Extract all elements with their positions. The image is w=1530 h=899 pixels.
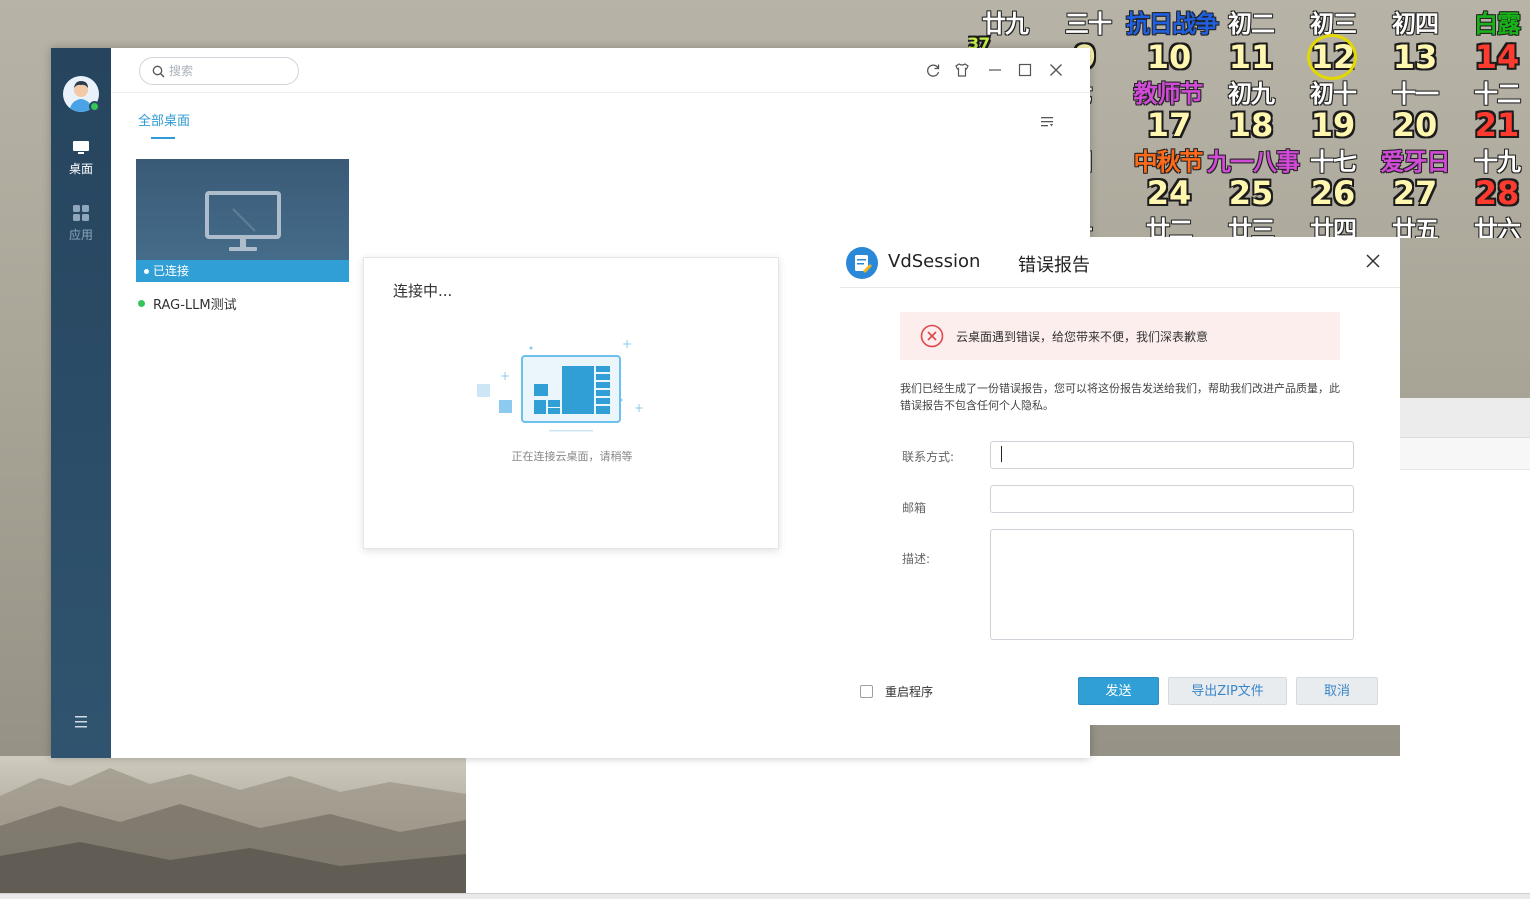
- connection-status-bar: 已连接: [136, 260, 349, 282]
- calendar-day: 27: [1392, 174, 1438, 212]
- monitor-icon: [73, 141, 89, 154]
- error-message: 云桌面遇到错误，给您带来不便，我们深表歉意: [956, 329, 1209, 344]
- calendar-lunar: 初九: [1228, 80, 1275, 108]
- sidebar-item-desktop[interactable]: 桌面: [51, 140, 111, 177]
- email-input[interactable]: [990, 485, 1354, 513]
- calendar-lunar: 廿六: [1474, 216, 1521, 238]
- svg-text:+: +: [622, 338, 632, 351]
- maximize-icon[interactable]: [1015, 60, 1035, 80]
- calendar-holiday: 爱牙日: [1380, 148, 1451, 176]
- error-report-window: VdSession 错误报告 云桌面遇到错误，给您带来不便，我们深表歉意 我们已…: [840, 237, 1400, 725]
- sidebar-item-apps[interactable]: 应用: [51, 204, 111, 243]
- calendar-day: 24: [1146, 174, 1192, 212]
- calendar-day: 25: [1228, 174, 1274, 212]
- menu-icon[interactable]: [73, 714, 89, 733]
- calendar-lunar: 廿二: [1146, 216, 1193, 238]
- desktop-name[interactable]: RAG-LLM测试: [138, 294, 237, 313]
- grid-icon: [73, 205, 89, 221]
- email-label: 邮箱: [902, 501, 927, 515]
- tab-all-desktops[interactable]: 全部桌面: [138, 110, 190, 129]
- restart-label: 重启程序: [885, 685, 934, 699]
- error-icon: [920, 324, 944, 348]
- calendar-lunar: 初二: [1228, 10, 1275, 38]
- connecting-message: 正在连接云桌面，请稍等: [511, 450, 633, 463]
- search-box[interactable]: [139, 57, 299, 85]
- description-textarea[interactable]: [990, 529, 1354, 640]
- online-status-dot: [89, 101, 100, 112]
- search-icon: [152, 65, 165, 77]
- sidebar-item-label: 桌面: [68, 162, 93, 176]
- list-view-icon[interactable]: [1040, 114, 1054, 133]
- calendar-lunar: 廿四: [1310, 216, 1357, 238]
- cancel-button[interactable]: 取消: [1296, 677, 1378, 705]
- sidebar-item-label: 应用: [68, 228, 93, 242]
- status-badge: 已连接: [153, 264, 190, 278]
- calendar-lunar: 十七: [1310, 148, 1357, 176]
- status-dot: [144, 269, 149, 274]
- desktop-window-background: [466, 756, 1530, 899]
- svg-text:+: +: [500, 369, 510, 383]
- app-name: VdSession: [888, 251, 981, 272]
- minimize-icon[interactable]: [985, 60, 1005, 80]
- calendar-today-marker: [1307, 34, 1357, 80]
- calendar-lunar: 十二: [1474, 80, 1521, 108]
- contact-label: 联系方式:: [902, 450, 955, 464]
- dialog-title: 连接中...: [393, 282, 453, 300]
- tab-active-indicator: [151, 137, 175, 139]
- online-status-dot: [138, 300, 145, 307]
- calendar-day: 26: [1310, 174, 1356, 212]
- calendar-lunar: 廿三: [1228, 216, 1275, 238]
- calendar-day: 13: [1392, 38, 1438, 76]
- connecting-illustration: + + +: [477, 338, 644, 432]
- calendar-day: 17: [1146, 106, 1192, 144]
- export-zip-button[interactable]: 导出ZIP文件: [1168, 677, 1287, 705]
- desktop-name-label: RAG-LLM测试: [153, 298, 237, 313]
- close-icon[interactable]: [1046, 60, 1066, 80]
- contact-input[interactable]: [990, 441, 1354, 469]
- error-description: 我们已经生成了一份错误报告，您可以将这份报告发送给我们，帮助我们改进产品质量，此…: [900, 382, 1340, 412]
- calendar-day: 20: [1392, 106, 1438, 144]
- calendar-lunar: 初四: [1392, 10, 1439, 38]
- calendar-day: 11: [1228, 38, 1274, 76]
- refresh-icon[interactable]: [923, 60, 943, 80]
- close-icon[interactable]: [1365, 253, 1381, 273]
- background-window: [1400, 398, 1530, 756]
- calendar-day: 10: [1146, 38, 1192, 76]
- taskbar-edge: [0, 893, 1530, 899]
- desktop-card[interactable]: 已连接: [136, 159, 349, 282]
- wallpaper-landscape: [0, 756, 466, 899]
- monitor-icon: [205, 191, 281, 251]
- description-label: 描述:: [902, 552, 931, 566]
- calendar-lunar: 廿五: [1392, 216, 1439, 238]
- vdsession-logo: [846, 247, 878, 279]
- skin-icon[interactable]: [952, 60, 972, 80]
- connecting-dialog: 连接中... + + + 正在连接云桌面，请稍等: [363, 257, 779, 549]
- calendar-solar-term: 白露: [1474, 10, 1521, 38]
- svg-text:+: +: [634, 401, 644, 415]
- calendar-day-weekend: 14: [1474, 38, 1520, 76]
- calendar-holiday: 教师节: [1133, 80, 1204, 108]
- error-report-header: VdSession 错误报告: [840, 237, 1400, 288]
- title-bar: [111, 48, 1090, 93]
- calendar-day: 18: [1228, 106, 1274, 144]
- restart-checkbox[interactable]: [860, 685, 873, 698]
- calendar-day-weekend: 21: [1474, 106, 1520, 144]
- calendar-day-weekend: 28: [1474, 174, 1520, 212]
- calendar-day: 19: [1310, 106, 1356, 144]
- sidebar: 桌面 应用: [51, 48, 111, 758]
- restart-option[interactable]: 重启程序: [860, 683, 933, 700]
- send-button[interactable]: 发送: [1078, 677, 1159, 705]
- error-banner: 云桌面遇到错误，给您带来不便，我们深表歉意: [900, 312, 1340, 360]
- dialog-title: 错误报告: [1018, 255, 1090, 276]
- calendar-lunar: 十九: [1474, 148, 1521, 176]
- text-caret: [1001, 446, 1002, 462]
- calendar-lunar: 十一: [1392, 80, 1439, 108]
- search-input[interactable]: [169, 64, 289, 78]
